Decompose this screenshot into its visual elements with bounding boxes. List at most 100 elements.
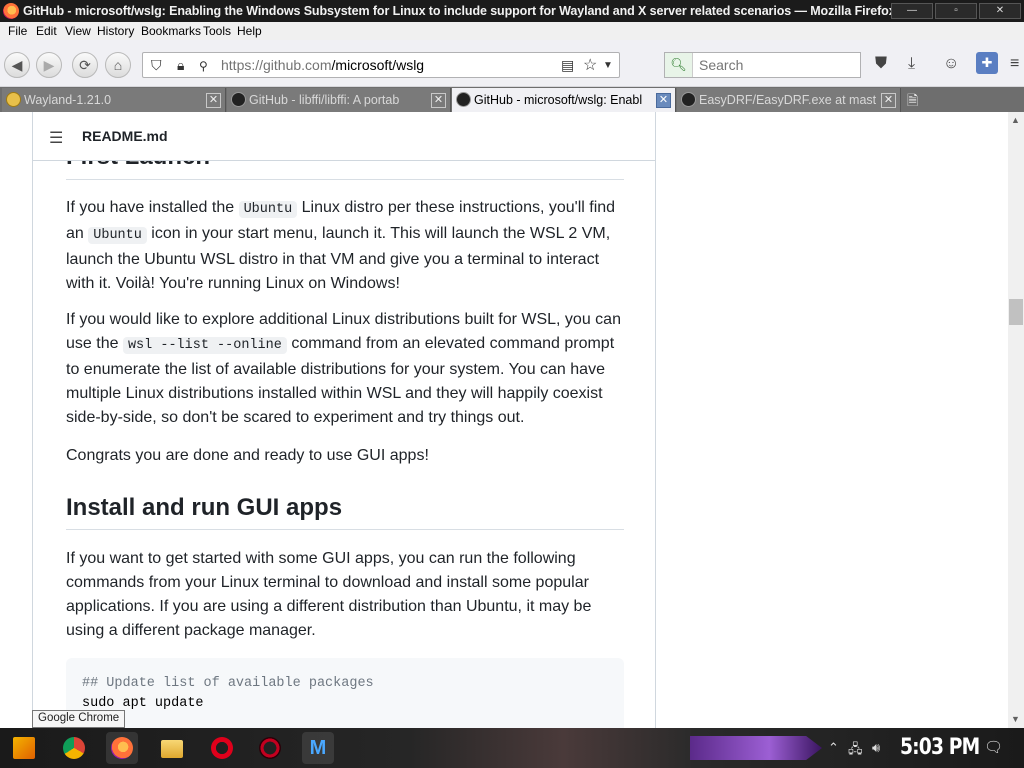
close-tab-icon[interactable]: ✕: [206, 93, 221, 108]
navigation-toolbar: ◀ ▶ ⟳ ⌂ ⛉ 🔒︎ ⚲ https://github.com/micros…: [0, 40, 1024, 87]
scroll-up-arrow-icon[interactable]: ▲: [1011, 115, 1020, 125]
menu-file[interactable]: File: [8, 24, 27, 38]
extensions-icon[interactable]: ✚: [976, 52, 998, 74]
tab-easydrf[interactable]: EasyDRF/EasyDRF.exe at mast ✕: [677, 88, 901, 112]
taskbar-decoration: [690, 736, 822, 760]
taskbar-opera[interactable]: [206, 732, 238, 764]
taskbar-chrome[interactable]: [58, 732, 90, 764]
reader-view-icon[interactable]: ▤: [561, 57, 574, 74]
menu-edit[interactable]: Edit: [36, 24, 57, 38]
back-button[interactable]: ◀: [4, 52, 30, 78]
menu-help[interactable]: Help: [237, 24, 262, 38]
chevron-down-icon[interactable]: ▼: [603, 60, 613, 71]
taskbar: M ⌃ 🖧︎ 🔊︎ 5:03 PM 🗨︎: [0, 728, 1024, 768]
github-favicon-icon: [456, 92, 471, 107]
github-favicon-icon: [681, 92, 696, 107]
code-comment: ## Update list of available packages: [82, 676, 374, 691]
action-center-icon[interactable]: 🗨︎: [984, 738, 1003, 756]
code-line: sudo apt update: [82, 696, 204, 711]
home-button[interactable]: ⌂: [105, 52, 131, 78]
url-path: /microsoft/wslg: [331, 57, 425, 73]
tab-label: Wayland-1.21.0: [24, 93, 112, 107]
scroll-down-arrow-icon[interactable]: ▼: [1011, 714, 1020, 724]
tab-label: EasyDRF/EasyDRF.exe at mast: [699, 93, 877, 107]
tab-libffi[interactable]: GitHub - libffi/libffi: A portab ✕: [227, 88, 451, 112]
firefox-icon: [111, 737, 133, 759]
downloads-icon[interactable]: ⤓: [908, 55, 915, 73]
network-icon[interactable]: 🖧︎: [848, 740, 863, 762]
paragraph-explore-distros: If you would like to explore additional …: [66, 308, 624, 430]
inline-code: Ubuntu: [88, 227, 147, 244]
title-bar: GitHub - microsoft/wslg: Enabling the Wi…: [0, 0, 1024, 22]
minimize-button[interactable]: —: [891, 3, 933, 19]
readme-panel: ☰ README.md First Launch If you have ins…: [32, 112, 656, 728]
taskbar-malwarebytes[interactable]: M: [302, 732, 334, 764]
opera-gx-icon: [259, 737, 281, 759]
bookmark-star-icon[interactable]: ☆: [583, 55, 597, 75]
menu-bar: File Edit View History Bookmarks Tools H…: [0, 22, 1024, 40]
paragraph-get-started: If you want to get started with some GUI…: [66, 550, 592, 639]
url-text[interactable]: https://github.com/microsoft/wslg: [221, 57, 424, 73]
paragraph-congrats: Congrats you are done and ready to use G…: [66, 447, 429, 464]
url-host: https://github.com: [221, 57, 332, 73]
tab-label: GitHub - libffi/libffi: A portab: [249, 93, 400, 107]
taskbar-opera-gx[interactable]: [254, 732, 286, 764]
chrome-icon: [63, 737, 85, 759]
close-window-button[interactable]: ✕: [979, 3, 1021, 19]
close-tab-icon[interactable]: ✕: [881, 93, 896, 108]
menu-view[interactable]: View: [65, 24, 91, 38]
maximize-button[interactable]: ▫: [935, 3, 977, 19]
github-favicon-icon: [231, 92, 246, 107]
account-icon[interactable]: ☺: [943, 55, 959, 73]
opera-icon: [211, 737, 233, 759]
forward-button[interactable]: ▶: [36, 52, 62, 78]
menu-hamburger-icon[interactable]: ≡: [1010, 55, 1019, 73]
close-tab-icon[interactable]: ✕: [431, 93, 446, 108]
reload-button[interactable]: ⟳: [72, 52, 98, 78]
pocket-icon[interactable]: ⛊: [875, 55, 887, 73]
readme-filename: README.md: [82, 128, 168, 144]
tooltip: Google Chrome: [32, 710, 126, 728]
folder-icon: [161, 740, 183, 758]
wayland-favicon-icon: [6, 92, 21, 107]
menu-tools[interactable]: Tools: [203, 24, 231, 38]
new-tab-icon[interactable]: 🗎︎: [907, 90, 918, 114]
volume-icon[interactable]: 🔊︎: [872, 740, 880, 756]
lock-icon[interactable]: 🔒︎: [177, 57, 184, 74]
inline-code: Ubuntu: [238, 201, 298, 218]
heading-rule: [66, 179, 624, 180]
start-logo-icon: [13, 737, 35, 759]
scrollbar-thumb[interactable]: [1009, 299, 1023, 325]
taskbar-firefox[interactable]: [106, 732, 138, 764]
tab-label: GitHub - microsoft/wslg: Enabl: [474, 93, 643, 107]
heading-rule: [66, 529, 624, 530]
search-engine-icon[interactable]: 🔍︎: [665, 53, 693, 77]
taskbar-clock[interactable]: 5:03 PM: [900, 735, 980, 760]
tab-wayland[interactable]: Wayland-1.21.0 ✕: [2, 88, 226, 112]
tray-chevron-up-icon[interactable]: ⌃: [828, 740, 839, 756]
start-button[interactable]: [8, 732, 40, 764]
search-input[interactable]: [699, 56, 849, 74]
close-tab-icon[interactable]: ✕: [656, 93, 671, 108]
table-of-contents-icon[interactable]: ☰: [49, 128, 63, 148]
text: If you have installed the: [66, 199, 239, 216]
page-content: ☰ README.md First Launch If you have ins…: [0, 112, 1008, 728]
permissions-icon[interactable]: ⚲: [199, 59, 208, 73]
firefox-logo-icon: [3, 3, 19, 19]
readme-header: ☰ README.md: [33, 112, 655, 161]
tab-wslg[interactable]: GitHub - microsoft/wslg: Enabl ✕: [452, 88, 676, 112]
url-bar[interactable]: ⛉ 🔒︎ ⚲ https://github.com/microsoft/wslg…: [142, 52, 620, 78]
search-bar[interactable]: 🔍︎: [664, 52, 861, 78]
shield-icon[interactable]: ⛉: [151, 57, 162, 74]
heading-install-gui-apps: Install and run GUI apps: [66, 494, 343, 521]
menu-history[interactable]: History: [97, 24, 134, 38]
inline-code: wsl --list --online: [122, 337, 287, 354]
code-block[interactable]: ## Update list of available packages sud…: [66, 658, 624, 728]
malwarebytes-icon: M: [309, 737, 327, 759]
text: icon in your start menu, launch it. This…: [66, 225, 611, 292]
paragraph-first-launch: If you have installed the Ubuntu Linux d…: [66, 196, 624, 296]
tab-strip: Wayland-1.21.0 ✕ GitHub - libffi/libffi:…: [0, 87, 1024, 112]
menu-bookmarks[interactable]: Bookmarks: [141, 24, 201, 38]
vertical-scrollbar[interactable]: ▲ ▼: [1008, 112, 1024, 728]
taskbar-file-explorer[interactable]: [156, 732, 188, 764]
